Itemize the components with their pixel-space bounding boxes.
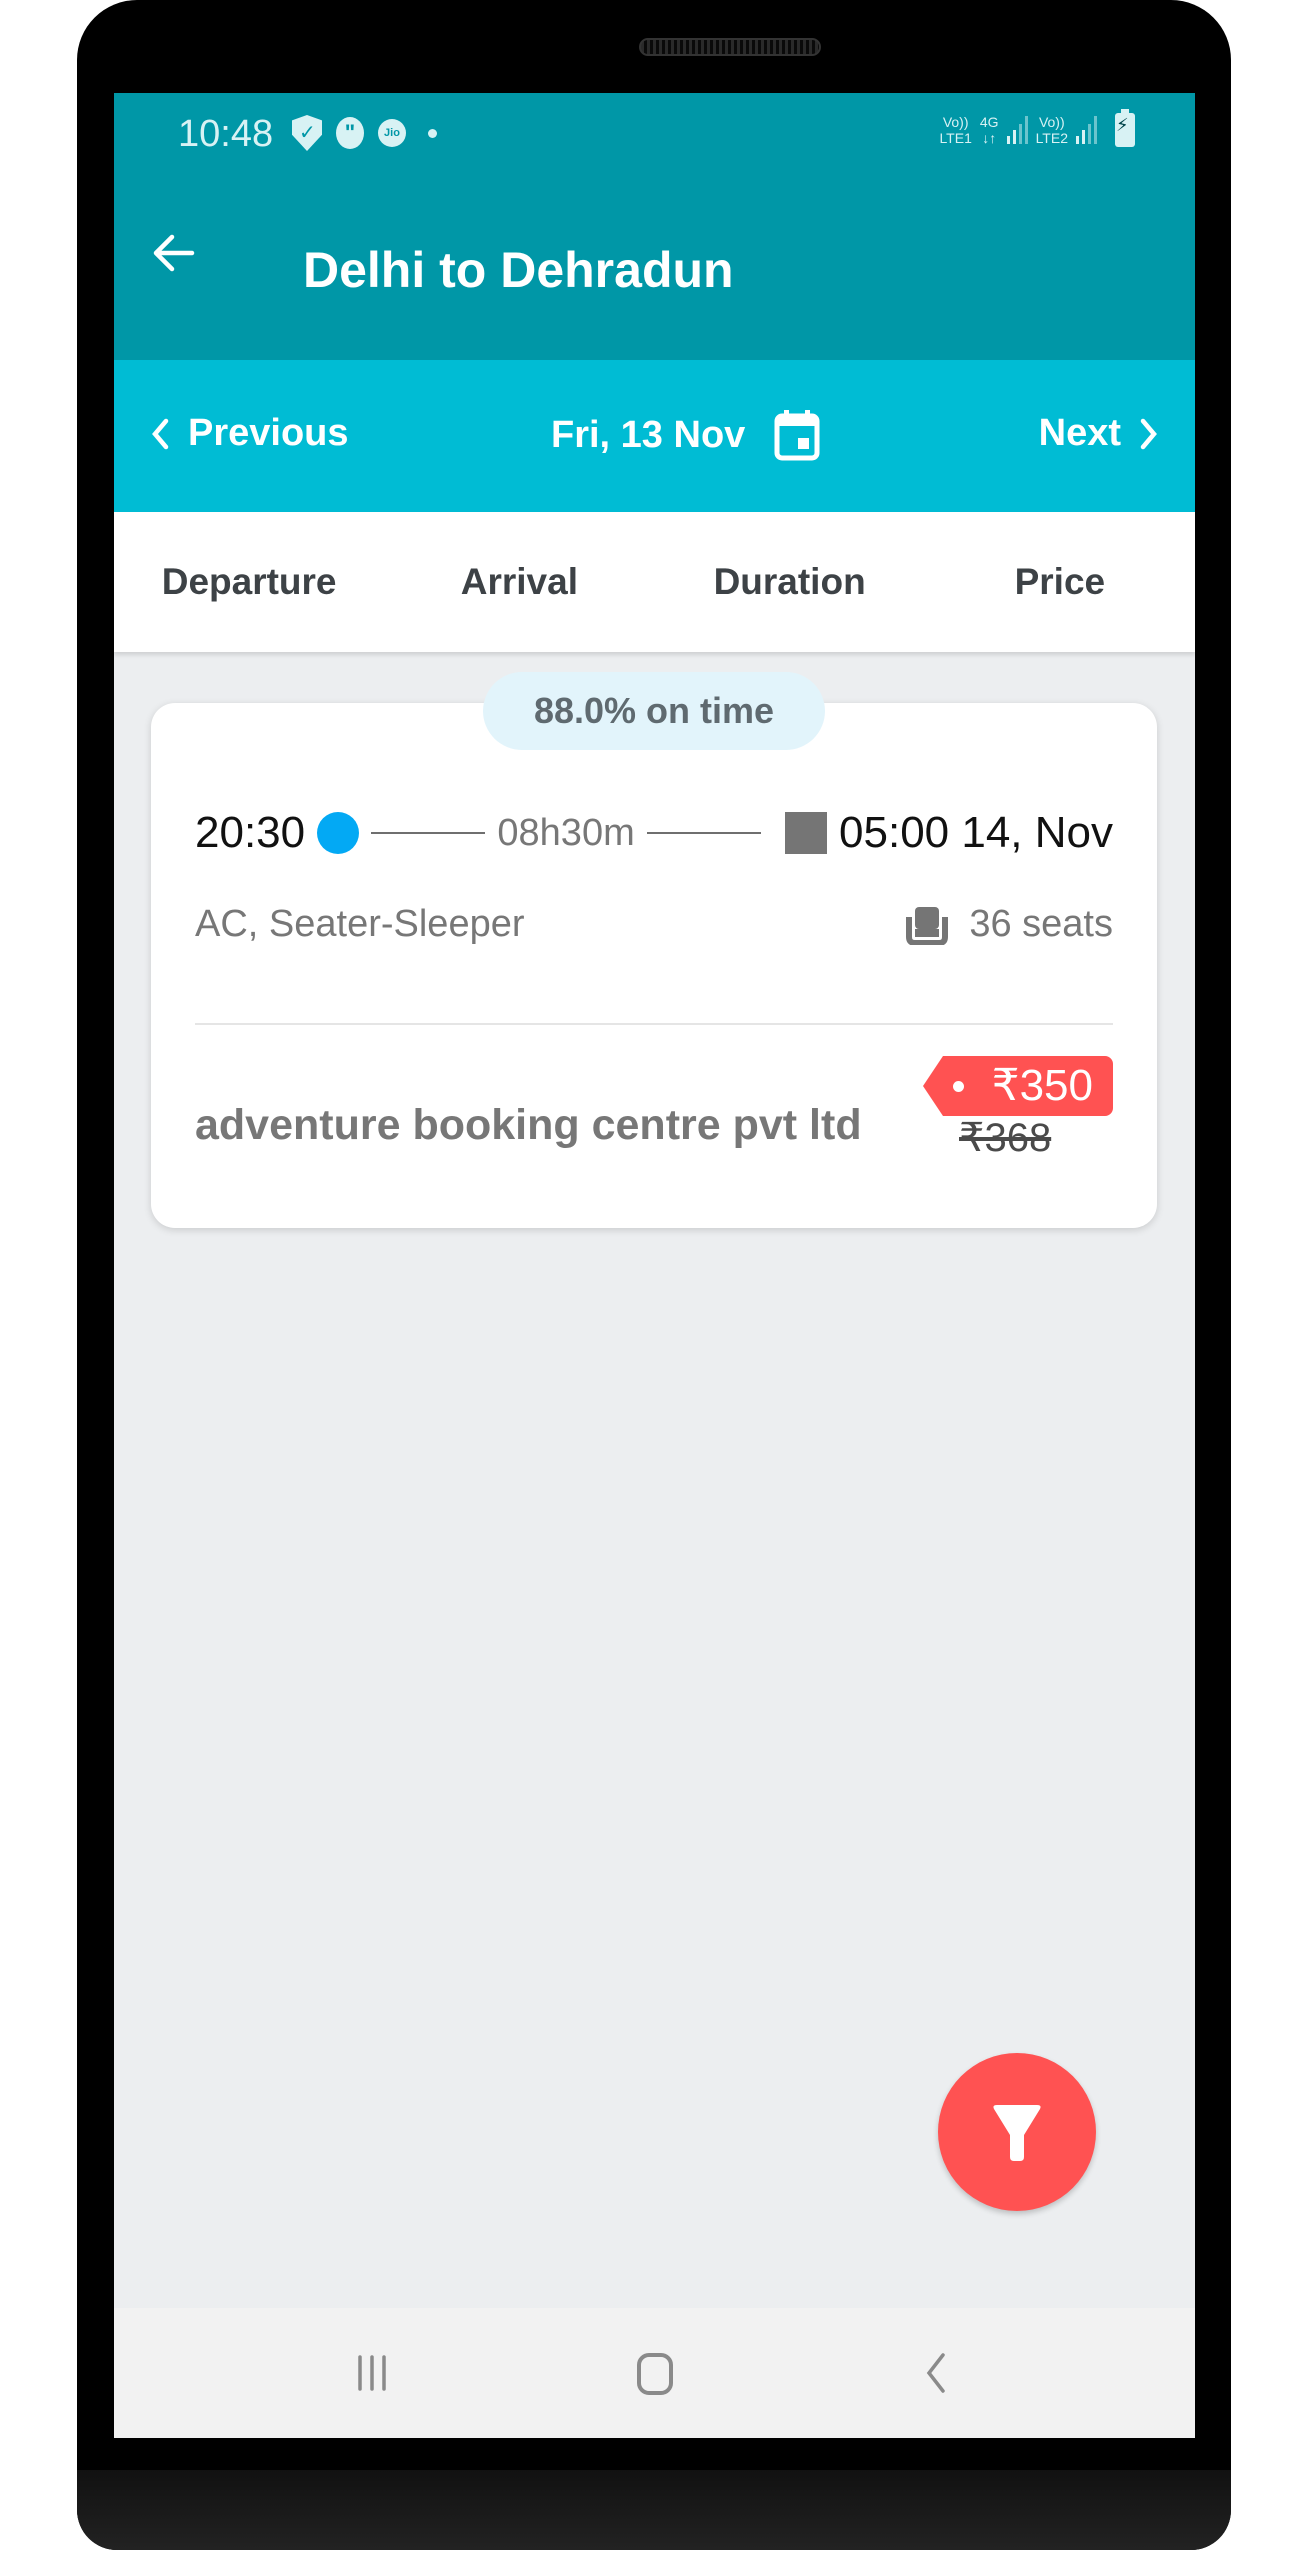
departure-time: 20:30 <box>195 808 306 857</box>
arrow-left-icon <box>153 234 195 272</box>
timeline-line <box>371 832 486 834</box>
phone-bottom-bezel <box>77 2470 1231 2550</box>
shield-check-icon <box>292 115 322 151</box>
operator-name: adventure booking centre pvt ltd <box>195 1101 862 1149</box>
next-date-button[interactable]: Next <box>1039 412 1159 455</box>
status-time: 10:48 <box>178 113 274 155</box>
network-4g-indicator: 4G ↓↑ <box>979 114 999 146</box>
previous-date-button[interactable]: Previous <box>150 412 349 455</box>
arrival-time: 05:00 14, Nov <box>839 808 1113 857</box>
chevron-left-icon <box>152 418 169 449</box>
bus-result-card[interactable]: 20:30 08h30m 05:00 14, Nov AC, Seater-Sl… <box>151 703 1157 1228</box>
filter-button[interactable] <box>938 2053 1096 2211</box>
card-divider <box>195 1023 1113 1025</box>
status-notification-icons: " Jio <box>292 115 437 151</box>
home-button[interactable] <box>625 2343 685 2403</box>
arrival-square-icon <box>785 812 828 854</box>
app-toolbar: Delhi to Dehradun <box>114 183 1195 360</box>
status-bar: 10:48 " Jio Vo)) LTE1 4G ↓↑ Vo)) LTE2 <box>114 93 1195 183</box>
seats-count: 36 seats <box>969 903 1113 945</box>
selected-date: Fri, 13 Nov <box>551 413 746 456</box>
previous-label: Previous <box>188 412 349 454</box>
on-time-badge: 88.0% on time <box>483 672 825 750</box>
back-icon <box>926 2353 945 2393</box>
phone-speaker <box>639 38 821 56</box>
sort-tab-price[interactable]: Price <box>925 512 1195 652</box>
seat-availability: 36 seats <box>905 903 1113 946</box>
jio-icon: Jio <box>378 119 406 147</box>
journey-duration: 08h30m <box>497 811 635 854</box>
home-icon <box>637 2353 673 2395</box>
back-button[interactable] <box>144 223 204 283</box>
recent-apps-button[interactable] <box>342 2343 402 2403</box>
price-tag: ₹350 <box>923 1056 1113 1116</box>
date-navigation-bar: Previous Fri, 13 Nov Next <box>114 360 1195 512</box>
system-navigation-bar <box>114 2308 1195 2438</box>
sim1-volte-indicator: Vo)) LTE1 <box>939 114 972 146</box>
journey-timeline: 20:30 08h30m 05:00 14, Nov <box>195 803 1113 863</box>
bus-details: AC, Seater-Sleeper 36 seats <box>195 903 1113 946</box>
recent-apps-icon <box>358 2355 386 2391</box>
seat-icon <box>906 906 949 945</box>
page-title: Delhi to Dehradun <box>303 242 734 298</box>
original-price: ₹368 <box>959 1116 1052 1160</box>
calendar-icon <box>774 410 820 461</box>
status-system-icons: Vo)) LTE1 4G ↓↑ Vo)) LTE2 <box>939 109 1135 147</box>
signal-strength-icon <box>1006 116 1028 144</box>
filter-icon <box>993 2105 1041 2161</box>
sim2-volte-indicator: Vo)) LTE2 <box>1035 114 1068 146</box>
departure-dot-icon <box>317 812 360 854</box>
app-screen: 10:48 " Jio Vo)) LTE1 4G ↓↑ Vo)) LTE2 <box>114 93 1195 2438</box>
bus-type: AC, Seater-Sleeper <box>195 903 525 945</box>
sort-tab-departure[interactable]: Departure <box>114 512 384 652</box>
notification-dot-icon <box>428 128 437 138</box>
date-picker-button[interactable]: Fri, 13 Nov <box>551 408 821 462</box>
battery-charging-icon <box>1115 109 1135 147</box>
chevron-right-icon <box>1140 418 1157 449</box>
system-back-button[interactable] <box>907 2343 967 2403</box>
sort-tab-arrival[interactable]: Arrival <box>384 512 654 652</box>
chat-quote-icon: " <box>336 117 364 149</box>
sort-tab-duration[interactable]: Duration <box>655 512 925 652</box>
next-label: Next <box>1038 412 1121 454</box>
signal-strength-icon <box>1076 116 1097 144</box>
sort-options-bar: Departure Arrival Duration Price <box>114 512 1195 652</box>
timeline-line <box>646 832 762 834</box>
